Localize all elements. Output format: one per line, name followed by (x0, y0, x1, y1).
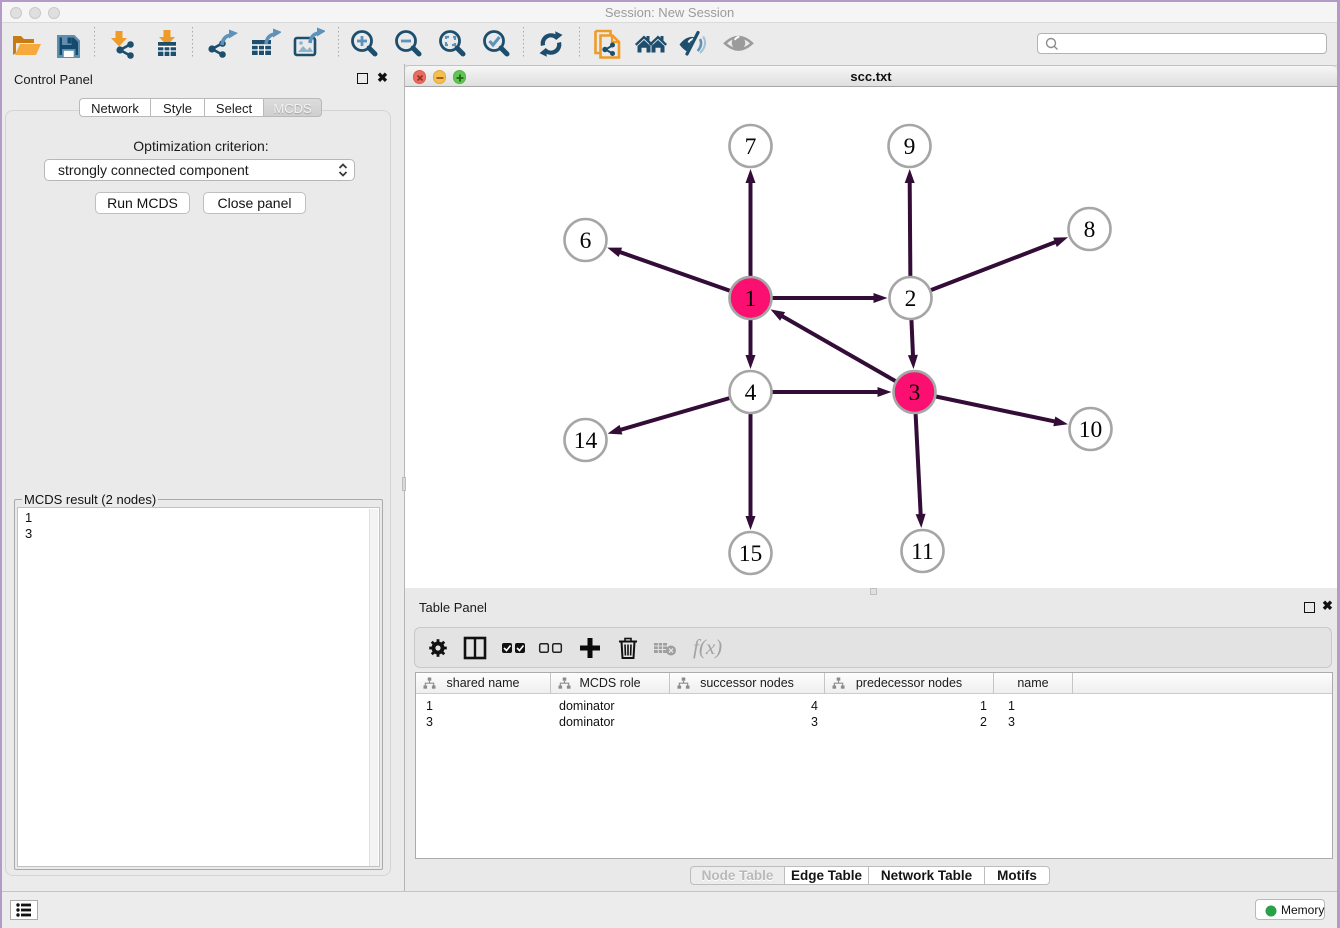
svg-text:10: 10 (1079, 417, 1103, 443)
svg-text:14: 14 (574, 428, 598, 454)
svg-text:15: 15 (739, 541, 763, 567)
svg-text:f(x): f(x) (693, 635, 722, 659)
svg-text:4: 4 (745, 380, 757, 406)
svg-text:2: 2 (905, 286, 917, 312)
svg-text:3: 3 (909, 380, 921, 406)
svg-text:1: 1 (745, 286, 757, 312)
svg-text:8: 8 (1084, 217, 1096, 243)
svg-text:6: 6 (580, 228, 592, 254)
svg-text:7: 7 (745, 134, 757, 160)
svg-text:11: 11 (911, 539, 934, 565)
svg-text:9: 9 (904, 134, 916, 160)
